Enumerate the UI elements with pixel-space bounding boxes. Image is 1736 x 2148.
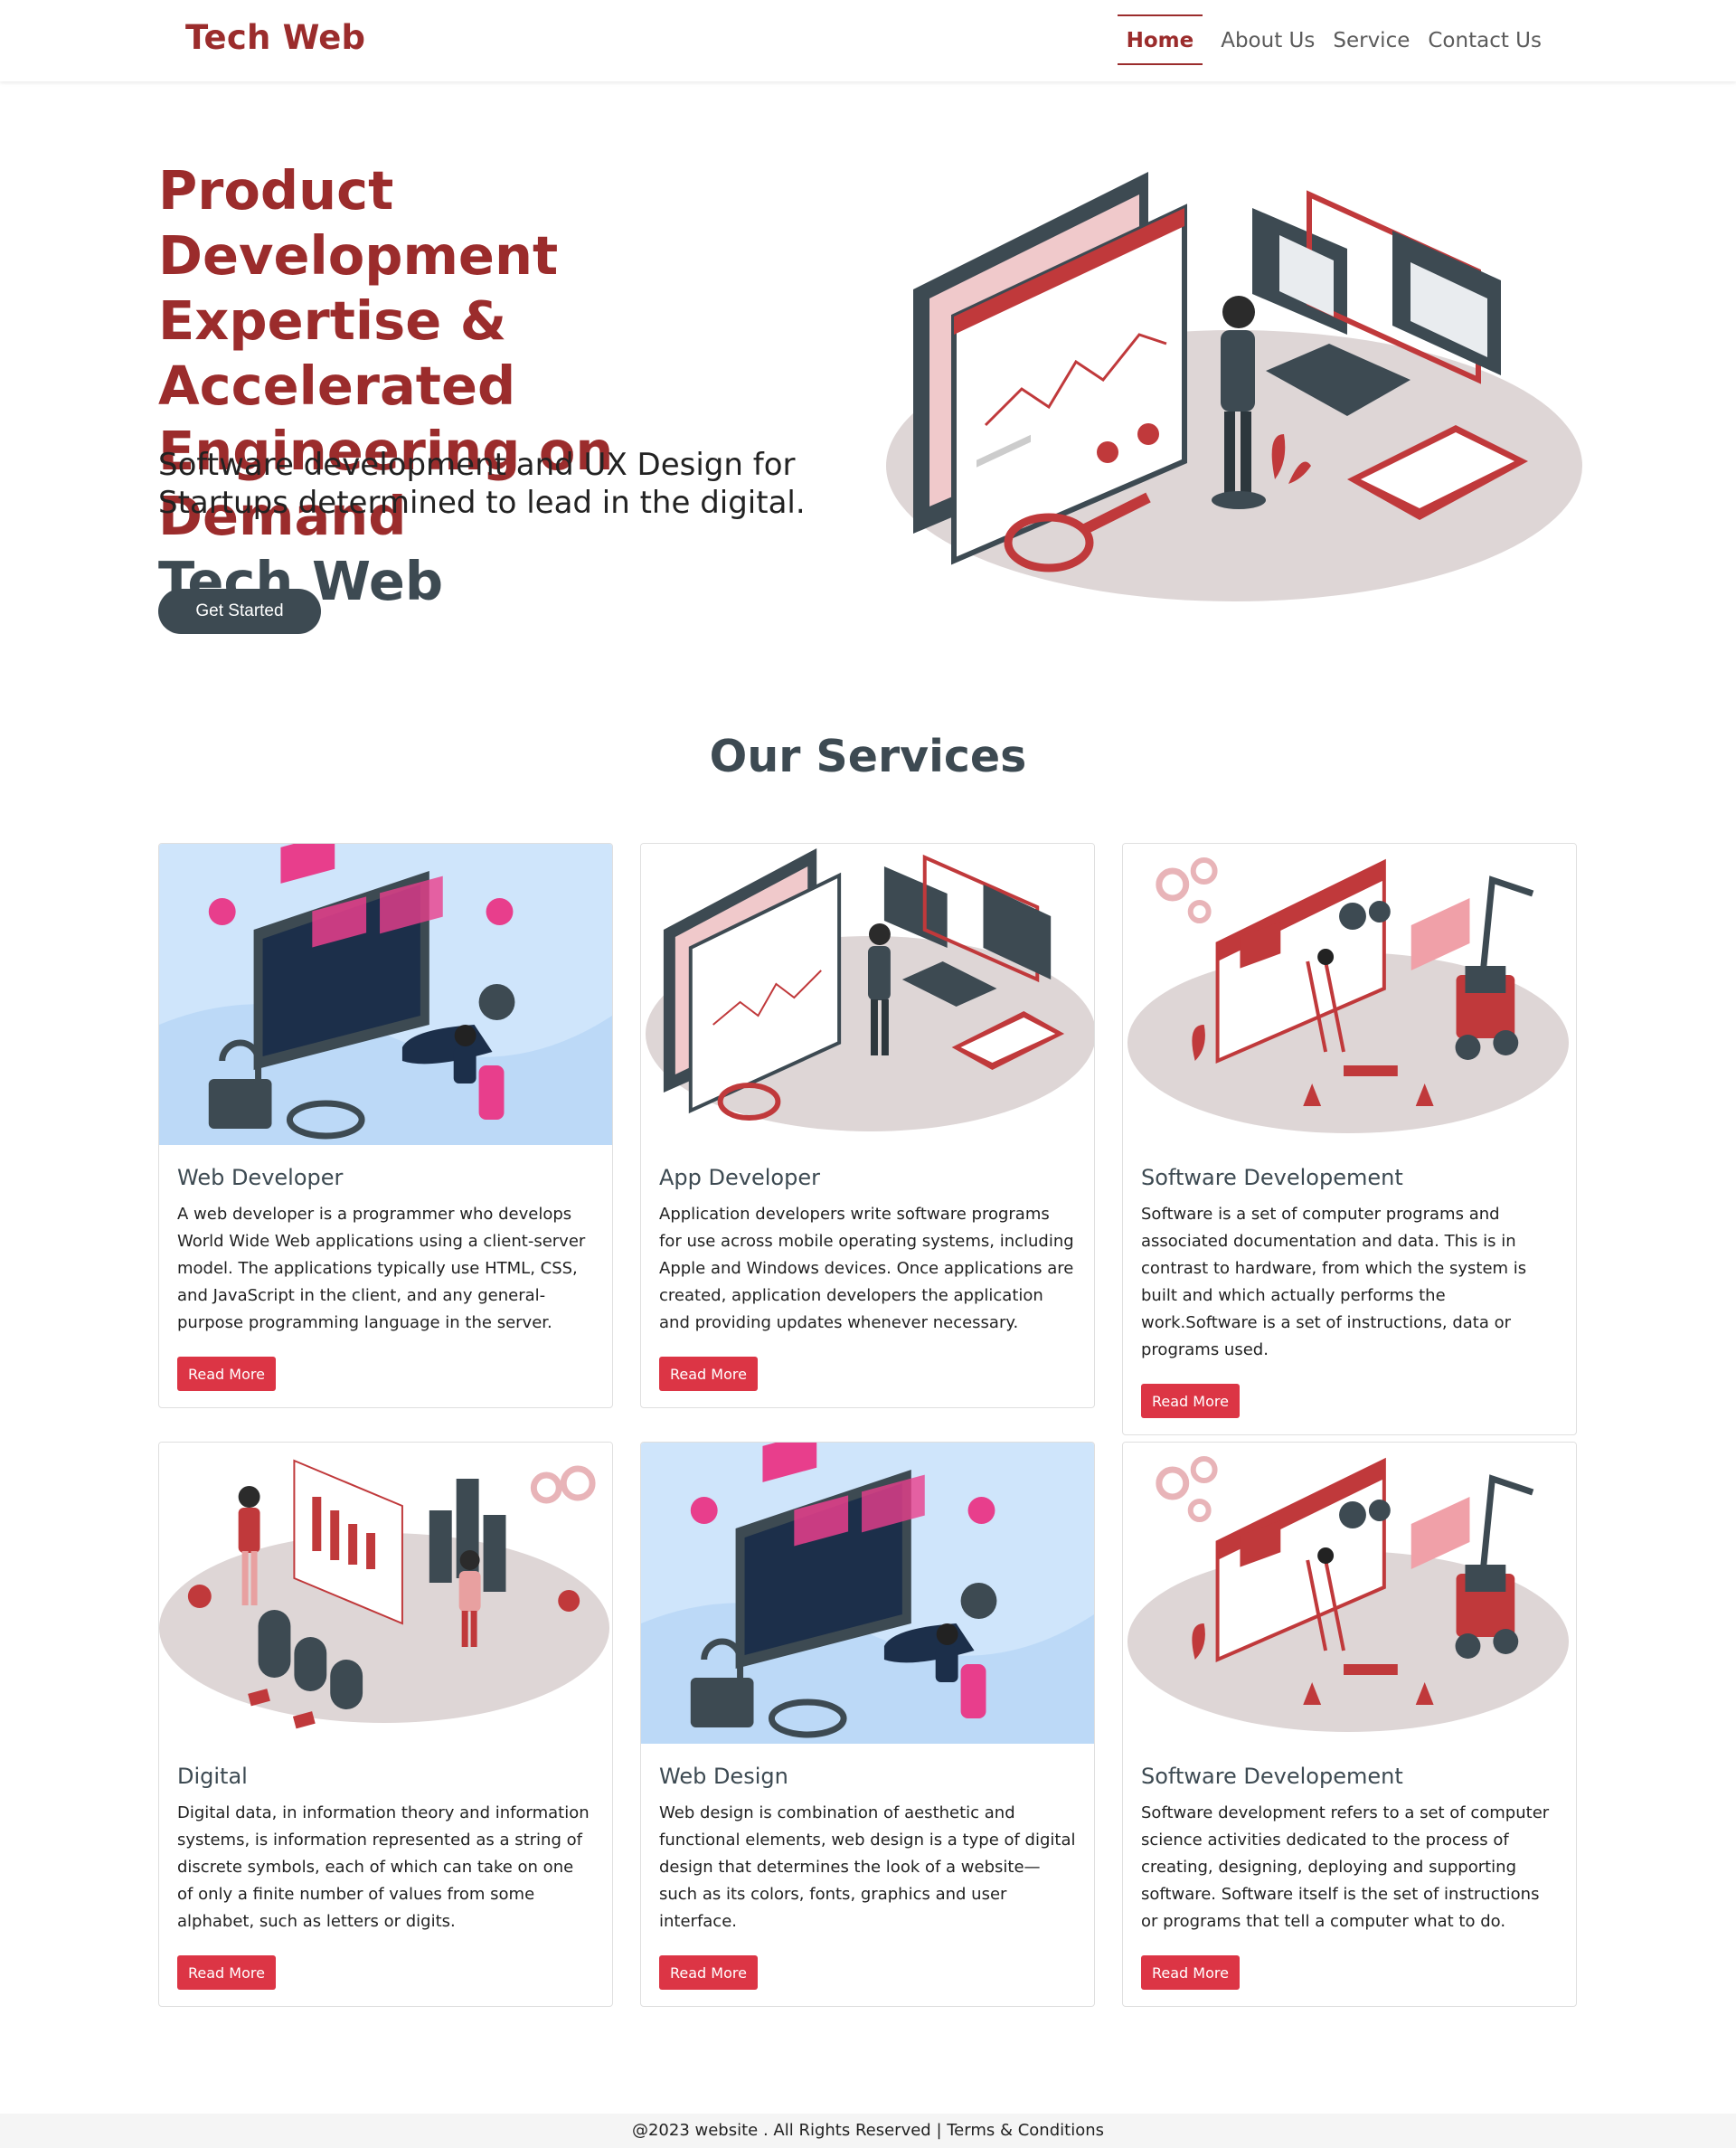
card-text: Application developers write software pr… xyxy=(659,1205,1074,1332)
web-developer-illustration xyxy=(159,844,612,1145)
card-title: Software Developement xyxy=(1141,1165,1403,1190)
app-developer-illustration xyxy=(641,844,1094,1145)
nav-contact-us[interactable]: Contact Us xyxy=(1428,16,1542,63)
read-more-button[interactable]: Read More xyxy=(177,1357,276,1391)
nav-home[interactable]: Home xyxy=(1117,14,1203,65)
service-card-web-design: Web Design Web design is combination of … xyxy=(640,1442,1095,2007)
card-title: Software Developement xyxy=(1141,1764,1403,1789)
hero-subtitle: Software development and UX Design for S… xyxy=(158,447,806,521)
service-card-app-developer: App Developer Application developers wri… xyxy=(640,843,1095,1408)
card-text: Digital data, in information theory and … xyxy=(177,1803,590,1931)
read-more-button[interactable]: Read More xyxy=(1141,1955,1240,1990)
footer: @2023 website . All Rights Reserved | Te… xyxy=(0,2114,1736,2148)
card-title: Web Developer xyxy=(177,1165,344,1190)
software-development-illustration xyxy=(1123,1443,1576,1744)
get-started-button[interactable]: Get Started xyxy=(158,589,321,634)
web-design-illustration xyxy=(641,1443,1094,1744)
read-more-button[interactable]: Read More xyxy=(659,1955,758,1990)
card-text: Software development refers to a set of … xyxy=(1141,1803,1550,1931)
read-more-button[interactable]: Read More xyxy=(177,1955,276,1990)
card-text: Software is a set of computer programs a… xyxy=(1141,1205,1527,1359)
service-card-software-development-2: Software Developement Software developme… xyxy=(1122,1442,1577,2007)
navbar: Tech Web Home About Us Service Contact U… xyxy=(0,0,1736,81)
service-card-web-developer: Web Developer A web developer is a progr… xyxy=(158,843,613,1408)
brand-logo[interactable]: Tech Web xyxy=(185,18,365,57)
digital-illustration xyxy=(159,1443,612,1744)
hero-title: Product Development Expertise & Accelera… xyxy=(158,158,809,614)
card-text: Web design is combination of aesthetic a… xyxy=(659,1803,1076,1931)
hero-title-line-2: Expertise & Accelerated xyxy=(158,289,516,417)
card-title: App Developer xyxy=(659,1165,820,1190)
nav-about-us[interactable]: About Us xyxy=(1221,16,1315,63)
card-title: Digital xyxy=(177,1764,248,1789)
nav-service[interactable]: Service xyxy=(1333,16,1410,63)
hero-illustration xyxy=(886,172,1582,601)
hero-title-line-1: Product Development xyxy=(158,159,559,287)
footer-text: @2023 website . All Rights Reserved | Te… xyxy=(631,2121,1104,2140)
read-more-button[interactable]: Read More xyxy=(1141,1384,1240,1418)
our-services-title: Our Services xyxy=(709,731,1027,782)
service-card-digital: Digital Digital data, in information the… xyxy=(158,1442,613,2007)
software-development-illustration xyxy=(1123,844,1576,1145)
card-text: A web developer is a programmer who deve… xyxy=(177,1205,586,1332)
read-more-button[interactable]: Read More xyxy=(659,1357,758,1391)
card-title: Web Design xyxy=(659,1764,788,1789)
service-card-software-development: Software Developement Software is a set … xyxy=(1122,843,1577,1435)
main-nav: Home About Us Service Contact Us xyxy=(1117,13,1542,67)
